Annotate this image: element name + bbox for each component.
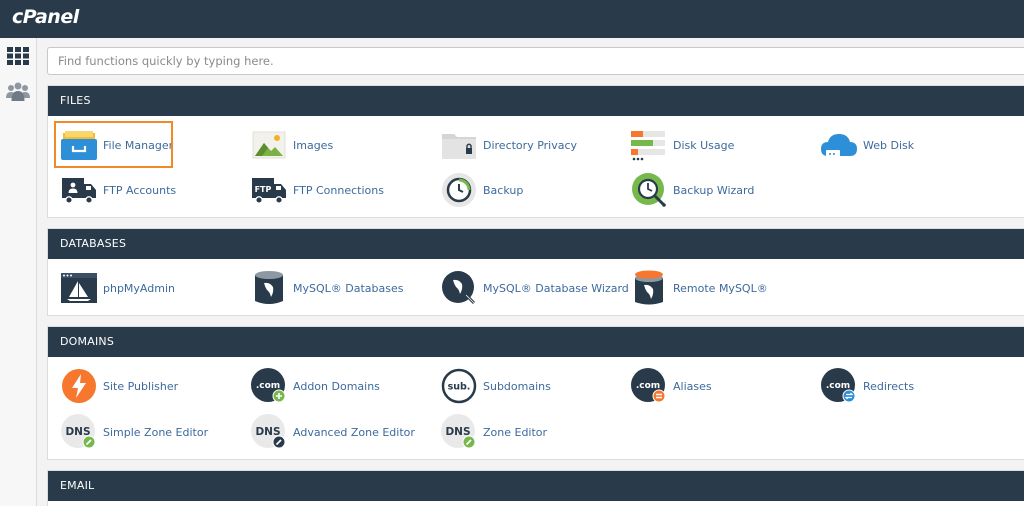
- site-publisher-label: Site Publisher: [103, 379, 179, 393]
- ftp-accounts-icon: [60, 172, 98, 208]
- images-icon: [250, 127, 288, 163]
- ftp-accounts-link[interactable]: FTP Accounts: [60, 172, 176, 208]
- disk-usage-label: Disk Usage: [673, 138, 735, 152]
- domains-section-header[interactable]: DOMAINS: [48, 327, 1024, 357]
- redirects-label: Redirects: [863, 379, 915, 393]
- sidebar: [0, 38, 37, 506]
- simple-zone-editor-label: Simple Zone Editor: [103, 425, 209, 439]
- remote-mysql-label: Remote MySQL®: [673, 281, 768, 295]
- site-publisher-icon: [60, 368, 98, 404]
- directory-privacy-label: Directory Privacy: [483, 138, 578, 152]
- grid-icon[interactable]: [5, 44, 31, 68]
- search-input[interactable]: [47, 47, 1024, 75]
- aliases-link[interactable]: .com Aliases: [630, 368, 712, 404]
- remote-mysql-link[interactable]: Remote MySQL®: [630, 270, 768, 306]
- ftp-connections-label: FTP Connections: [293, 183, 384, 197]
- advanced-zone-editor-icon: DNS: [250, 414, 288, 450]
- backup-link[interactable]: Backup: [440, 172, 523, 208]
- top-bar: cPanel: [0, 0, 1024, 38]
- backup-wizard-label: Backup Wizard: [673, 183, 755, 197]
- addon-domains-label: Addon Domains: [293, 379, 380, 393]
- file-manager-link[interactable]: File Manager: [60, 127, 173, 163]
- domains-section: DOMAINS Site Publisher .com Addon Domain…: [47, 326, 1024, 460]
- email-section-header[interactable]: EMAIL: [48, 471, 1024, 501]
- mysql-wizard-icon: [440, 270, 478, 306]
- advanced-zone-editor-link[interactable]: DNS Advanced Zone Editor: [250, 414, 415, 450]
- zone-editor-link[interactable]: DNS Zone Editor: [440, 414, 547, 450]
- files-section: FILES File Manager Images Directory Priv…: [47, 85, 1024, 218]
- site-publisher-link[interactable]: Site Publisher: [60, 368, 178, 404]
- redirects-icon-text: .com: [826, 381, 850, 391]
- remote-mysql-icon: [630, 270, 668, 306]
- subdomains-icon: sub.: [440, 368, 478, 404]
- directory-privacy-link[interactable]: Directory Privacy: [440, 127, 577, 163]
- subdomains-link[interactable]: sub. Subdomains: [440, 368, 551, 404]
- users-icon[interactable]: [5, 80, 31, 104]
- redirects-link[interactable]: .com Redirects: [820, 368, 914, 404]
- mysql-wizard-link[interactable]: MySQL® Database Wizard: [440, 270, 629, 306]
- mysql-wizard-label: MySQL® Database Wizard: [483, 281, 629, 295]
- advanced-zone-editor-label: Advanced Zone Editor: [293, 425, 415, 439]
- redirects-icon: .com: [820, 368, 858, 404]
- backup-label: Backup: [483, 183, 524, 197]
- addon-domains-icon-text: .com: [256, 381, 280, 391]
- addon-domains-icon: .com: [250, 368, 288, 404]
- backup-wizard-icon: [630, 172, 668, 208]
- aliases-icon: .com: [630, 368, 668, 404]
- ftp-accounts-label: FTP Accounts: [103, 183, 177, 197]
- file-manager-icon: [60, 127, 98, 163]
- phpmyadmin-label: phpMyAdmin: [103, 281, 175, 295]
- disk-usage-link[interactable]: Disk Usage: [630, 127, 734, 163]
- subdomains-icon-text: sub.: [448, 382, 471, 393]
- simple-zone-editor-link[interactable]: DNS Simple Zone Editor: [60, 414, 208, 450]
- zone-editor-label: Zone Editor: [483, 425, 548, 439]
- web-disk-icon: [820, 127, 858, 163]
- mysql-databases-icon: [250, 270, 288, 306]
- databases-section-header[interactable]: DATABASES: [48, 229, 1024, 259]
- web-disk-label: Web Disk: [863, 138, 915, 152]
- file-manager-label: File Manager: [103, 138, 174, 152]
- backup-wizard-link[interactable]: Backup Wizard: [630, 172, 754, 208]
- aliases-icon-text: .com: [636, 381, 660, 391]
- phpmyadmin-icon: [60, 270, 98, 306]
- web-disk-link[interactable]: Web Disk: [820, 127, 914, 163]
- ftp-badge-text: FTP: [255, 185, 272, 194]
- aliases-label: Aliases: [673, 379, 712, 393]
- ftp-connections-link[interactable]: FTP FTP Connections: [250, 172, 384, 208]
- mysql-databases-label: MySQL® Databases: [293, 281, 404, 295]
- zone-editor-icon: DNS: [440, 414, 478, 450]
- subdomains-label: Subdomains: [483, 379, 551, 393]
- ftp-connections-icon: FTP: [250, 172, 288, 208]
- disk-usage-icon: [630, 127, 668, 163]
- directory-privacy-icon: [440, 127, 478, 163]
- files-section-header[interactable]: FILES: [48, 86, 1024, 116]
- email-section: EMAIL: [47, 470, 1024, 506]
- phpmyadmin-link[interactable]: phpMyAdmin: [60, 270, 175, 306]
- cpanel-logo[interactable]: cPanel: [12, 6, 79, 28]
- images-label: Images: [293, 138, 334, 152]
- backup-icon: [440, 172, 478, 208]
- addon-domains-link[interactable]: .com Addon Domains: [250, 368, 380, 404]
- databases-section: DATABASES phpMyAdmin MySQL® Databases My…: [47, 228, 1024, 316]
- mysql-databases-link[interactable]: MySQL® Databases: [250, 270, 403, 306]
- images-link[interactable]: Images: [250, 127, 333, 163]
- simple-zone-editor-icon: DNS: [60, 414, 98, 450]
